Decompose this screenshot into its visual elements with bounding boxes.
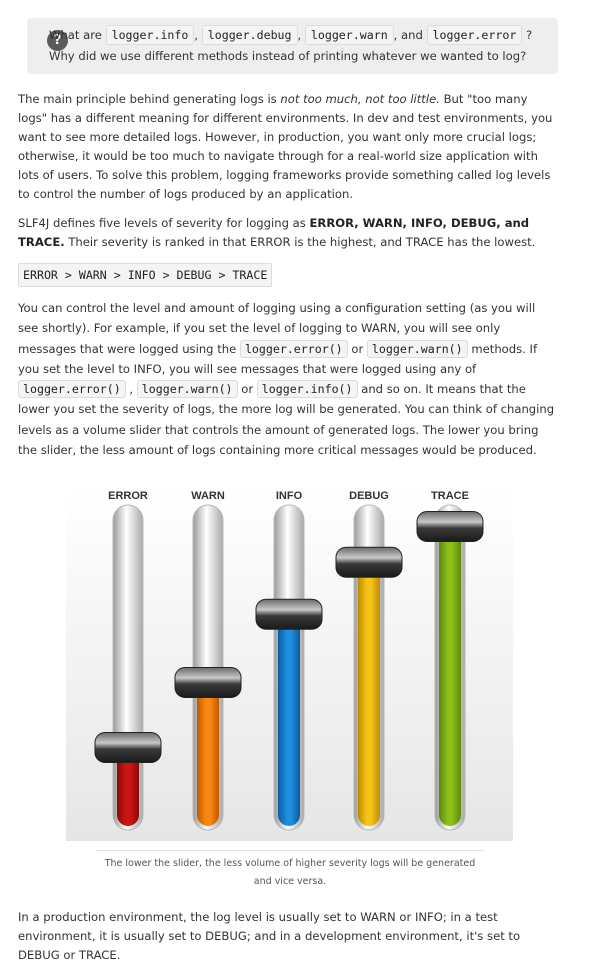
slider-knob-error (94, 732, 162, 763)
code-logger-warn: logger.warn (304, 25, 394, 45)
slider-fill-info (278, 615, 300, 826)
paragraph-log-principle: The main principle behind generating log… (18, 92, 553, 201)
slider-label-error: ERROR (108, 490, 148, 502)
slider-knob-warn (174, 667, 242, 698)
caption-divider (96, 850, 484, 851)
slider-fill-trace (439, 527, 461, 826)
severity-ordering-code: ERROR > WARN > INFO > DEBUG > TRACE (18, 263, 273, 287)
slider-label-debug: DEBUG (349, 490, 389, 502)
figure-caption: The lower the slider, the less volume of… (104, 858, 476, 887)
paragraph-environment-levels: In a production environment, the log lev… (18, 910, 521, 962)
slider-knob-debug (335, 546, 403, 578)
slider-knob-info (255, 598, 323, 630)
sliders-illustration: ERROR WARN INFO DEBUG TRACE (66, 487, 513, 841)
code-logger-info: logger.info (105, 25, 195, 45)
slider-fill-debug (358, 563, 380, 826)
question-line-1: What are logger.info, logger.debug, logg… (49, 25, 532, 45)
code-logger-error: logger.error (426, 25, 523, 45)
paragraph-severity-levels: SLF4J defines five levels of severity fo… (18, 216, 536, 249)
slider-knob-trace (416, 511, 484, 542)
log-level-sliders-figure: ERROR WARN INFO DEBUG TRACE (66, 487, 513, 841)
code-logger-debug: logger.debug (201, 25, 298, 45)
slider-label-trace: TRACE (431, 490, 469, 502)
slider-fill-warn (197, 683, 219, 826)
question-line-2: Why did we use different methods instead… (49, 49, 527, 63)
slider-label-warn: WARN (191, 490, 225, 502)
paragraph-level-control: You can control the level and amount of … (18, 301, 555, 458)
slider-label-info: INFO (276, 490, 303, 502)
